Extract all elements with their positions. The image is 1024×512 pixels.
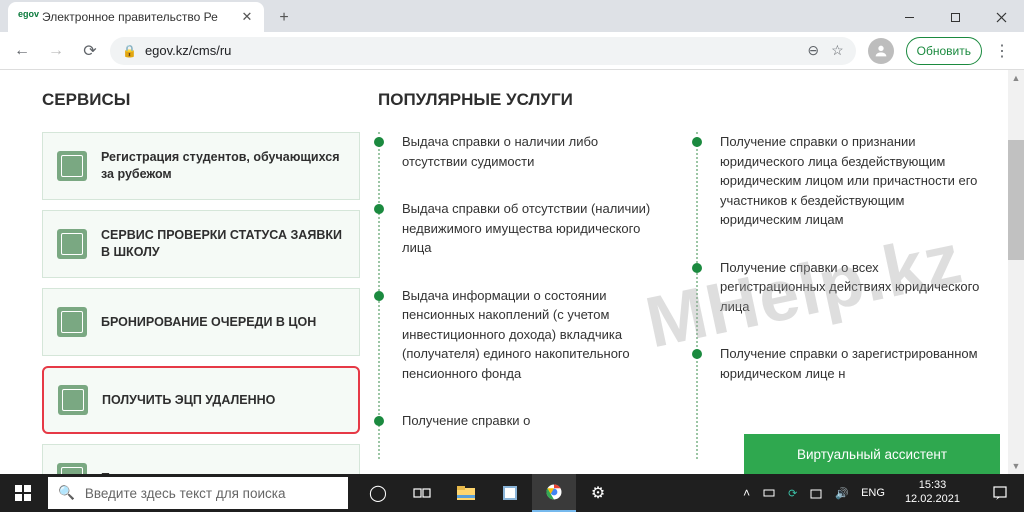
- service-icon: [57, 307, 87, 337]
- service-card[interactable]: СЕРВИС ПРОВЕРКИ СТАТУСА ЗАЯВКИ В ШКОЛУ: [42, 210, 360, 278]
- settings-icon[interactable]: ⚙: [576, 474, 620, 512]
- search-icon: 🔍: [58, 485, 75, 501]
- popular-item[interactable]: Выдача справки об отсутствии (наличии) н…: [380, 199, 666, 286]
- app-icon[interactable]: [488, 474, 532, 512]
- services-heading: СЕРВИСЫ: [42, 90, 360, 110]
- action-center-icon[interactable]: [980, 474, 1020, 512]
- back-button[interactable]: ←: [8, 37, 36, 65]
- chrome-icon[interactable]: [532, 474, 576, 512]
- service-card[interactable]: БРОНИРОВАНИЕ ОЧЕРЕДИ В ЦОН: [42, 288, 360, 356]
- popular-list-right: Получение справки о признании юридическо…: [696, 132, 984, 459]
- popular-item[interactable]: Получение справки о: [380, 411, 666, 459]
- service-label: БРОНИРОВАНИЕ ОЧЕРЕДИ В ЦОН: [101, 314, 316, 331]
- windows-taskbar: 🔍 Введите здесь текст для поиска ◯ ⚙ ˄ ⟳…: [0, 474, 1024, 512]
- service-label: ПОЛУЧИТЬ ЭЦП УДАЛЕННО: [102, 392, 275, 409]
- favicon: egov: [18, 9, 34, 25]
- services-column: СЕРВИСЫ Регистрация студентов, обучающих…: [42, 90, 360, 474]
- popular-list-left: Выдача справки о наличии либо отсутствии…: [378, 132, 666, 459]
- taskbar-apps: ◯ ⚙: [356, 474, 620, 512]
- service-icon: [57, 463, 87, 474]
- scrollbar-down-icon[interactable]: ▼: [1008, 458, 1024, 474]
- tab-title: Электронное правительство Ре: [42, 10, 240, 24]
- browser-menu-button[interactable]: ⋮: [988, 37, 1016, 65]
- popular-heading: ПОПУЛЯРНЫЕ УСЛУГИ: [378, 90, 984, 110]
- page-content: СЕРВИСЫ Регистрация студентов, обучающих…: [0, 70, 1024, 474]
- task-view-icon[interactable]: [400, 474, 444, 512]
- service-icon: [57, 151, 87, 181]
- window-close-button[interactable]: [978, 2, 1024, 32]
- scrollbar-thumb[interactable]: [1008, 140, 1024, 260]
- taskbar-search[interactable]: 🔍 Введите здесь текст для поиска: [48, 477, 348, 509]
- search-placeholder: Введите здесь текст для поиска: [85, 486, 286, 501]
- service-card[interactable]: ПОЛУЧИТЬ ЭЦП УДАЛЕННО: [42, 366, 360, 434]
- lock-icon: 🔒: [122, 44, 137, 58]
- popular-column: ПОПУЛЯРНЫЕ УСЛУГИ Выдача справки о налич…: [360, 90, 1024, 474]
- service-label: СЕРВИС ПРОВЕРКИ СТАТУСА ЗАЯВКИ В ШКОЛУ: [101, 227, 345, 261]
- browser-toolbar: ← → ⟳ 🔒 egov.kz/cms/ru ⊖ ☆ Обновить ⋮: [0, 32, 1024, 70]
- service-card[interactable]: Регистрация студентов, обучающихся за ру…: [42, 132, 360, 200]
- service-card[interactable]: Поиск наличия залога движимого: [42, 444, 360, 474]
- tray-lang[interactable]: ENG: [861, 487, 885, 499]
- popular-item[interactable]: Получение справки о всех регистрационных…: [698, 258, 984, 345]
- popular-item[interactable]: Выдача справки о наличии либо отсутствии…: [380, 132, 666, 199]
- address-bar[interactable]: 🔒 egov.kz/cms/ru ⊖ ☆: [110, 37, 856, 65]
- url-text: egov.kz/cms/ru: [145, 43, 231, 58]
- bookmark-icon[interactable]: ☆: [831, 42, 844, 59]
- tray-volume-icon[interactable]: 🔊: [835, 487, 849, 500]
- window-controls: [886, 2, 1024, 32]
- tab-close-icon[interactable]: ✕: [240, 10, 254, 24]
- virtual-assistant-button[interactable]: Виртуальный ассистент: [744, 434, 1000, 474]
- browser-tab[interactable]: egov Электронное правительство Ре ✕: [8, 2, 264, 32]
- tray-overflow-icon[interactable]: ˄: [743, 486, 750, 500]
- start-button[interactable]: [0, 474, 46, 512]
- window-minimize-button[interactable]: [886, 2, 932, 32]
- new-tab-button[interactable]: +: [270, 4, 298, 32]
- service-label: Регистрация студентов, обучающихся за ру…: [101, 149, 345, 183]
- tray-clock[interactable]: 15:33 12.02.2021: [897, 479, 968, 507]
- zoom-icon[interactable]: ⊖: [807, 42, 819, 59]
- popular-item[interactable]: Получение справки о признании юридическо…: [698, 132, 984, 258]
- page-scrollbar[interactable]: ▲ ▼: [1008, 70, 1024, 474]
- explorer-icon[interactable]: [444, 474, 488, 512]
- tray-icon[interactable]: [762, 486, 776, 500]
- tray-network-icon[interactable]: [809, 486, 823, 500]
- service-icon: [57, 229, 87, 259]
- cortana-icon[interactable]: ◯: [356, 474, 400, 512]
- tray-sync-icon[interactable]: ⟳: [788, 487, 797, 500]
- service-icon: [58, 385, 88, 415]
- window-maximize-button[interactable]: [932, 2, 978, 32]
- scrollbar-up-icon[interactable]: ▲: [1008, 70, 1024, 86]
- system-tray: ˄ ⟳ 🔊 ENG 15:33 12.02.2021: [743, 474, 1024, 512]
- update-button[interactable]: Обновить: [906, 37, 982, 65]
- profile-avatar[interactable]: [868, 38, 894, 64]
- popular-item[interactable]: Получение справки о зарегистрированном ю…: [698, 344, 984, 411]
- popular-item[interactable]: Выдача информации о состоянии пенсионных…: [380, 286, 666, 412]
- browser-title-bar: egov Электронное правительство Ре ✕ +: [0, 0, 1024, 32]
- forward-button[interactable]: →: [42, 37, 70, 65]
- reload-button[interactable]: ⟳: [76, 37, 104, 65]
